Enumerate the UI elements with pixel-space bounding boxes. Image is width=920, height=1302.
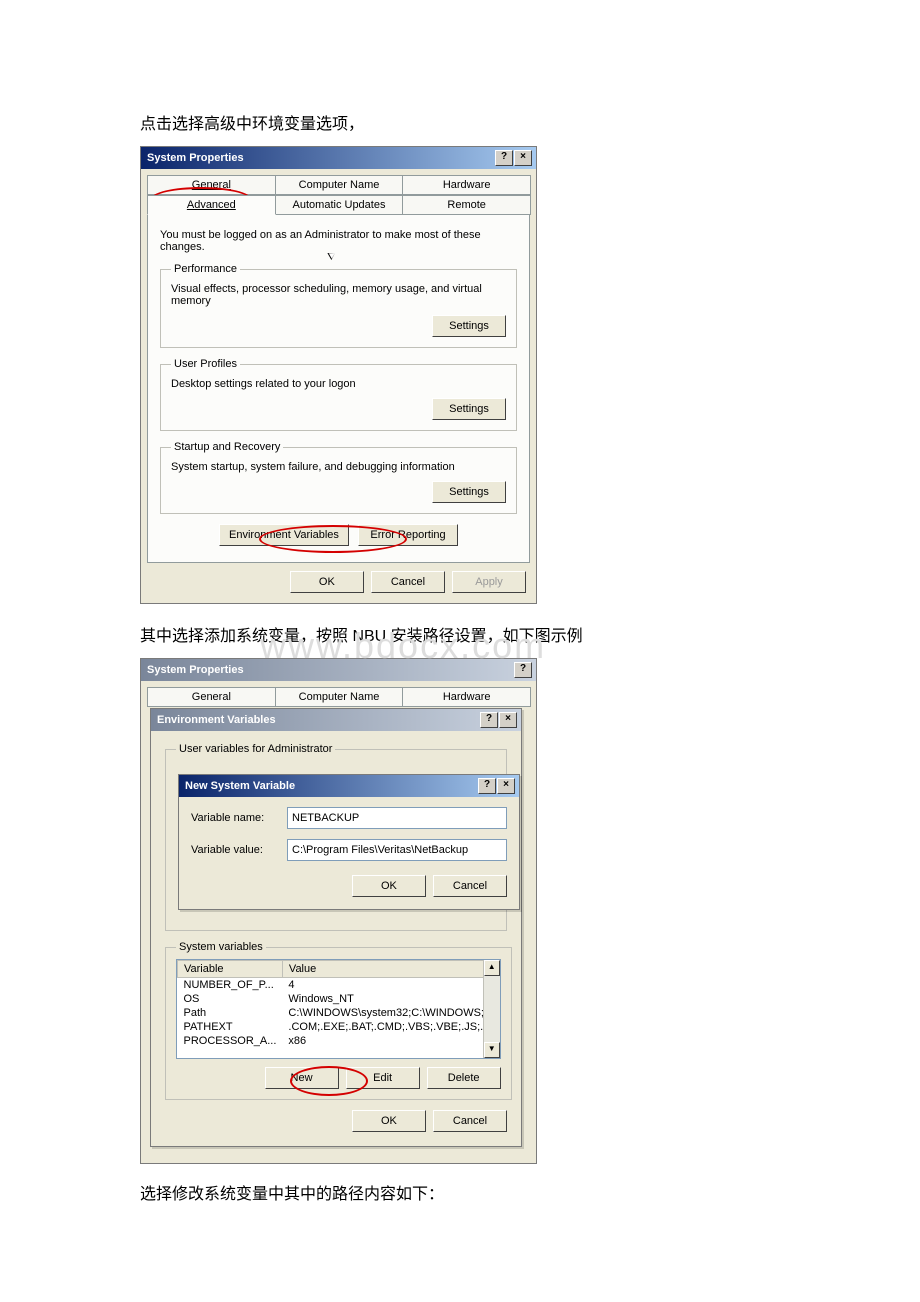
delete-button[interactable]: Delete [427, 1067, 501, 1089]
tab-remote[interactable]: Remote [402, 195, 531, 215]
tab-body: You must be logged on as an Administrato… [147, 215, 530, 563]
user-profiles-desc: Desktop settings related to your logon [171, 378, 506, 390]
help-icon[interactable]: ? [514, 662, 532, 678]
tab-advanced[interactable]: Advanced [147, 195, 276, 215]
instruction-3: 选择修改系统变量中其中的路径内容如下： [140, 1180, 780, 1204]
user-profiles-legend: User Profiles [171, 358, 240, 370]
ok-button[interactable]: OK [290, 571, 364, 593]
col-variable[interactable]: Variable [178, 961, 283, 978]
tab-general-back[interactable]: General [147, 687, 276, 707]
system-variables-list[interactable]: Variable Value NUMBER_OF_P...4 OSWindows… [176, 959, 501, 1059]
edit-button[interactable]: Edit [346, 1067, 420, 1089]
nsv-ok-button[interactable]: OK [352, 875, 426, 897]
scroll-up-icon[interactable]: ▲ [484, 960, 500, 976]
table-row[interactable]: NUMBER_OF_P...4 [178, 978, 500, 993]
system-variables-legend: System variables [176, 941, 266, 953]
nsv-title: New System Variable [183, 780, 295, 792]
variable-value-input[interactable] [287, 839, 507, 861]
close-icon[interactable]: × [499, 712, 517, 728]
tab-automatic-updates[interactable]: Automatic Updates [275, 195, 404, 215]
startup-recovery-desc: System startup, system failure, and debu… [171, 461, 506, 473]
table-row[interactable]: PROCESSOR_A...x86 [178, 1034, 500, 1048]
environment-variables-button[interactable]: Environment Variables [219, 524, 349, 546]
variable-value-label: Variable value: [191, 844, 287, 856]
startup-recovery-group: Startup and Recovery System startup, sys… [160, 441, 517, 514]
table-row[interactable]: OSWindows_NT [178, 992, 500, 1006]
env-ok-button[interactable]: OK [352, 1110, 426, 1132]
help-icon[interactable]: ? [478, 778, 496, 794]
tab-hardware-back[interactable]: Hardware [402, 687, 531, 707]
env-titlebar: Environment Variables ? × [151, 709, 521, 731]
help-icon[interactable]: ? [495, 150, 513, 166]
tab-computer-name[interactable]: Computer Name [275, 175, 404, 195]
user-profiles-settings-button[interactable]: Settings [432, 398, 506, 420]
titlebar-inactive: System Properties ? [141, 659, 536, 681]
startup-recovery-settings-button[interactable]: Settings [432, 481, 506, 503]
env-title: Environment Variables [155, 714, 276, 726]
dialog-title-back: System Properties [145, 664, 244, 676]
dialog-title: System Properties [145, 152, 244, 164]
variable-name-input[interactable] [287, 807, 507, 829]
table-row[interactable]: PathC:\WINDOWS\system32;C:\WINDOWS;... [178, 1006, 500, 1020]
nsv-titlebar: New System Variable ? × [179, 775, 519, 797]
system-variables-group: System variables Variable Value NUMBER_O… [165, 941, 512, 1100]
apply-button[interactable]: Apply [452, 571, 526, 593]
instruction-1: 点击选择高级中环境变量选项， [140, 110, 780, 134]
help-icon[interactable]: ? [480, 712, 498, 728]
startup-recovery-legend: Startup and Recovery [171, 441, 283, 453]
system-properties-dialog: System Properties ? × General Computer N… [140, 146, 537, 604]
performance-desc: Visual effects, processor scheduling, me… [171, 283, 506, 307]
performance-legend: Performance [171, 263, 240, 275]
tab-general[interactable]: General [147, 175, 276, 195]
tab-computer-name-back[interactable]: Computer Name [275, 687, 404, 707]
new-button[interactable]: New [265, 1067, 339, 1089]
error-reporting-button[interactable]: Error Reporting [358, 524, 458, 546]
close-icon[interactable]: × [497, 778, 515, 794]
variable-name-label: Variable name: [191, 812, 287, 824]
user-profiles-group: User Profiles Desktop settings related t… [160, 358, 517, 431]
env-cancel-button[interactable]: Cancel [433, 1110, 507, 1132]
col-value[interactable]: Value [282, 961, 499, 978]
new-system-variable-dialog: New System Variable ? × Variable name: V… [178, 774, 520, 910]
tab-hardware[interactable]: Hardware [402, 175, 531, 195]
dialog-footer: OK Cancel Apply [141, 563, 536, 603]
user-variables-legend: User variables for Administrator [176, 743, 335, 755]
scrollbar[interactable]: ▲ ▼ [483, 960, 500, 1058]
nsv-cancel-button[interactable]: Cancel [433, 875, 507, 897]
table-row[interactable]: PATHEXT.COM;.EXE;.BAT;.CMD;.VBS;.VBE;.JS… [178, 1020, 500, 1034]
titlebar: System Properties ? × [141, 147, 536, 169]
close-icon[interactable]: × [514, 150, 532, 166]
performance-group: Performance Visual effects, processor sc… [160, 263, 517, 348]
instruction-2: 其中选择添加系统变量，按照 NBU 安装路径设置，如下图示例 [140, 622, 780, 646]
cancel-button[interactable]: Cancel [371, 571, 445, 593]
scroll-down-icon[interactable]: ▼ [484, 1042, 500, 1058]
performance-settings-button[interactable]: Settings [432, 315, 506, 337]
intro-text: You must be logged on as an Administrato… [160, 229, 517, 253]
